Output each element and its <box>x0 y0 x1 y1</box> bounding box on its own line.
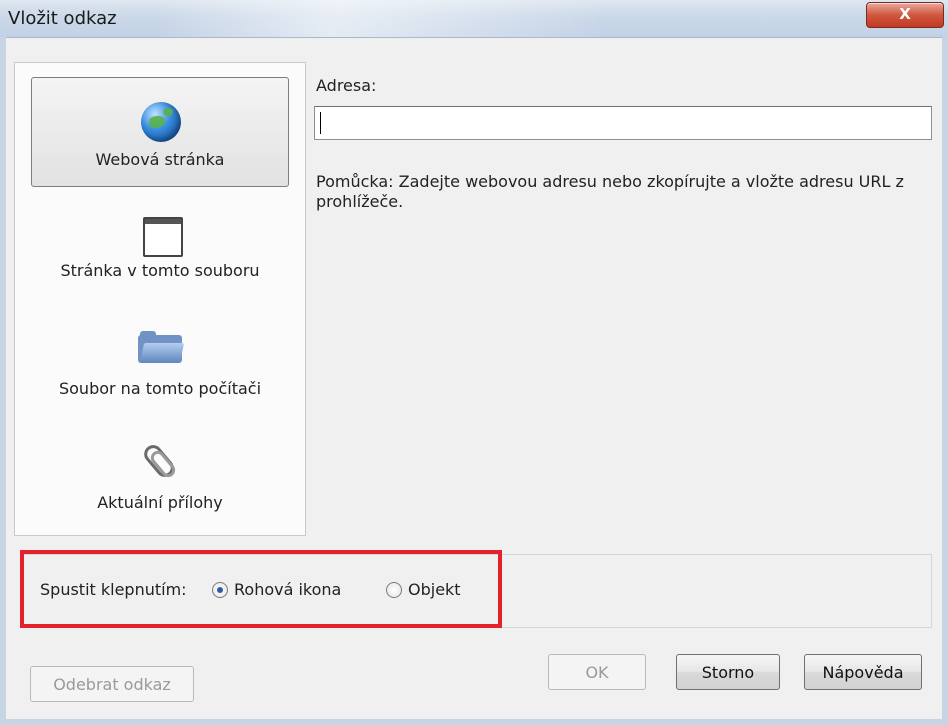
nav-item-web-page[interactable]: Webová stránka <box>31 77 289 187</box>
cancel-button[interactable]: Storno <box>676 654 780 690</box>
window-icon <box>143 217 183 257</box>
window-frame-left <box>0 37 6 725</box>
folder-icon <box>138 331 185 371</box>
close-icon: X <box>899 5 911 23</box>
radio-object-label[interactable]: Objekt <box>408 580 461 599</box>
trigger-label: Spustit klepnutím: <box>40 580 187 599</box>
nav-item-label: Webová stránka <box>95 150 225 169</box>
help-button[interactable]: Nápověda <box>804 654 922 690</box>
address-hint: Pomůcka: Zadejte webovou adresu nebo zko… <box>316 172 904 211</box>
nav-item-file-on-computer[interactable]: Soubor na tomto počítači <box>31 317 289 427</box>
window-frame-bottom <box>0 719 948 725</box>
nav-item-attachments[interactable]: Aktuální přílohy <box>31 427 289 537</box>
ok-button[interactable]: OK <box>548 654 646 690</box>
address-input[interactable] <box>314 106 932 140</box>
paperclip-icon <box>140 441 180 481</box>
radio-corner-icon[interactable] <box>212 582 228 598</box>
nav-item-label: Aktuální přílohy <box>97 493 223 512</box>
nav-item-label: Stránka v tomto souboru <box>60 261 260 280</box>
globe-icon <box>141 102 181 142</box>
remove-link-button[interactable]: Odebrat odkaz <box>30 666 194 702</box>
title-bar-glass <box>160 0 600 37</box>
dialog-title: Vložit odkaz <box>8 8 117 29</box>
link-type-panel: Webová stránka Stránka v tomto souboru S… <box>14 62 306 536</box>
title-bar: Vložit odkaz X <box>0 0 948 38</box>
radio-corner-icon-label[interactable]: Rohová ikona <box>234 580 341 599</box>
close-button[interactable]: X <box>866 2 944 28</box>
radio-object[interactable] <box>386 582 402 598</box>
window-frame-right <box>942 37 948 725</box>
text-caret <box>320 112 321 134</box>
address-label: Adresa: <box>316 76 377 95</box>
nav-item-label: Soubor na tomto počítači <box>58 379 262 398</box>
nav-item-page-in-file[interactable]: Stránka v tomto souboru <box>31 199 289 309</box>
